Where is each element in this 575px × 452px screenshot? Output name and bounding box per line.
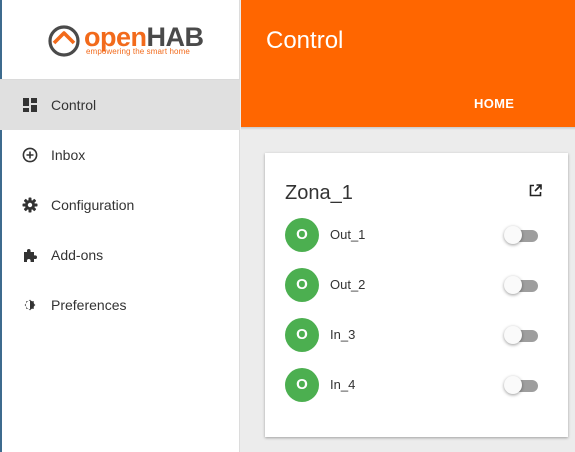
- sidebar-item-label: Control: [51, 97, 97, 113]
- toggle-knob: [504, 326, 522, 344]
- item-toggle[interactable]: [504, 226, 540, 244]
- logo-tagline: empowering the smart home: [86, 47, 190, 56]
- brightness-icon: [24, 299, 36, 311]
- sidebar-item-control[interactable]: Control: [0, 80, 240, 130]
- page-title: Control: [266, 27, 344, 54]
- card-title: Zona_1: [285, 182, 353, 204]
- openhab-logo[interactable]: openHAB empowering the smart home: [0, 0, 240, 80]
- sidebar: openHAB empowering the smart home Contro…: [0, 0, 240, 452]
- dashboard-icon: [23, 98, 37, 112]
- item-label: Out_1: [330, 227, 366, 242]
- item-label: In_4: [330, 377, 356, 392]
- openhab-house-icon: [48, 25, 80, 57]
- puzzle-icon: [24, 249, 37, 262]
- sidebar-item-label: Add-ons: [51, 247, 104, 263]
- item-row-out-1: O Out_1: [285, 218, 555, 252]
- toggle-knob: [504, 376, 522, 394]
- item-toggle[interactable]: [504, 326, 540, 344]
- sidebar-item-preferences[interactable]: Preferences: [0, 280, 240, 330]
- sidebar-item-label: Preferences: [51, 297, 127, 313]
- item-toggle[interactable]: [504, 276, 540, 294]
- item-row-in-3: O In_3: [285, 318, 555, 352]
- tab-home[interactable]: HOME: [474, 96, 514, 111]
- gear-icon: [22, 197, 38, 213]
- item-row-in-4: O In_4: [285, 368, 555, 402]
- toggle-knob: [504, 276, 522, 294]
- status-badge-letter: O: [296, 226, 308, 243]
- group-card: Zona_1 O Out_1 O Out_2 O In_3 O In_4: [265, 153, 568, 437]
- item-toggle[interactable]: [504, 376, 540, 394]
- sidebar-nav: Control Inbox Configuration Add-ons Pref…: [0, 80, 240, 330]
- sidebar-item-label: Inbox: [51, 147, 86, 163]
- add-circle-icon: [22, 147, 38, 163]
- item-label: In_3: [330, 327, 356, 342]
- sidebar-item-configuration[interactable]: Configuration: [0, 180, 240, 230]
- status-badge-letter: O: [296, 376, 308, 393]
- status-badge-letter: O: [296, 276, 308, 293]
- status-badge-letter: O: [296, 326, 308, 343]
- header-shadow: [241, 127, 575, 130]
- sidebar-item-inbox[interactable]: Inbox: [0, 130, 240, 180]
- open-in-new-icon[interactable]: [528, 183, 543, 198]
- item-row-out-2: O Out_2: [285, 268, 555, 302]
- sidebar-item-label: Configuration: [51, 197, 135, 213]
- sidebar-item-addons[interactable]: Add-ons: [0, 230, 240, 280]
- app-header: Control HOME: [241, 0, 575, 127]
- item-label: Out_2: [330, 277, 366, 292]
- toggle-knob: [504, 226, 522, 244]
